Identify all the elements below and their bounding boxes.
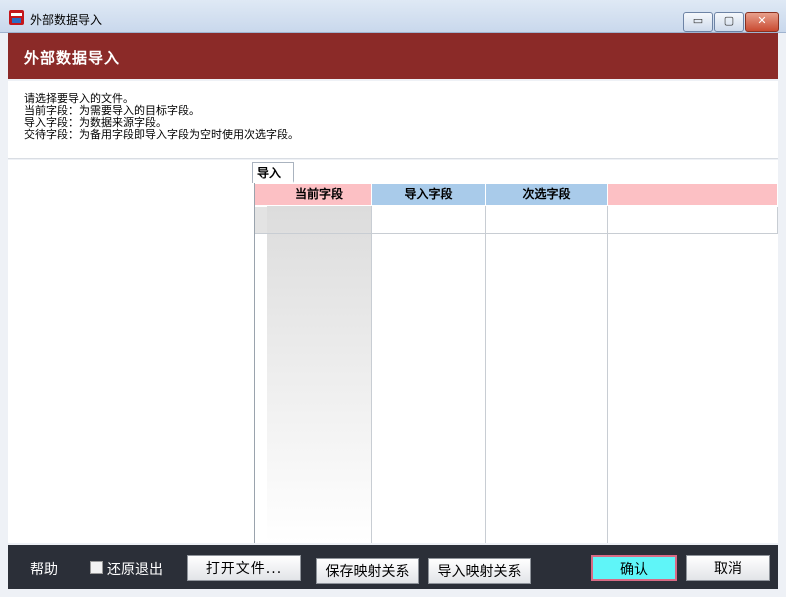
current-field-column-shade — [267, 206, 371, 543]
restore-exit-checkbox[interactable] — [90, 561, 103, 574]
help-link[interactable]: 帮助 — [30, 559, 58, 579]
minimize-button[interactable]: ▭ — [683, 12, 713, 32]
footer-bar: 帮助 还原退出 打开文件... 保存映射关系 导入映射关系 确认 取消 — [8, 545, 778, 589]
instruction-line: 交待字段：为备用字段即导入字段为空时使用次选字段。 — [24, 128, 299, 141]
maximize-button[interactable]: ▢ — [714, 12, 744, 32]
dialog-window: 外部数据导入 ▭ ▢ ✕ 外部数据导入 请选择要导入的文件。 当前字段：为需要导… — [0, 0, 786, 597]
cancel-button[interactable]: 取消 — [686, 555, 770, 581]
column-header-extra[interactable] — [608, 184, 778, 205]
restore-exit-label[interactable]: 还原退出 — [107, 559, 163, 579]
field-mapping-grid: 当前字段 导入字段 次选字段 — [254, 183, 778, 543]
column-divider — [607, 206, 608, 543]
column-divider — [485, 206, 486, 543]
column-header-import-field[interactable]: 导入字段 — [372, 184, 486, 205]
window-title: 外部数据导入 — [30, 13, 103, 27]
content-area: 导入 当前字段 导入字段 次选字段 — [8, 160, 778, 543]
column-header-secondary-field[interactable]: 次选字段 — [486, 184, 608, 205]
instructions-panel: 请选择要导入的文件。 当前字段：为需要导入的目标字段。 导入字段：为数据来源字段… — [8, 81, 778, 159]
import-mapping-button[interactable]: 导入映射关系 — [428, 558, 531, 584]
save-mapping-button[interactable]: 保存映射关系 — [316, 558, 419, 584]
row-header[interactable] — [255, 207, 267, 233]
page-title: 外部数据导入 — [24, 49, 121, 67]
table-row[interactable] — [255, 207, 778, 234]
column-header-current-field[interactable]: 当前字段 — [267, 184, 372, 205]
title-bar[interactable]: 外部数据导入 ▭ ▢ ✕ — [0, 0, 786, 33]
page-header: 外部数据导入 — [8, 33, 778, 79]
column-divider — [371, 206, 372, 543]
tab-import[interactable]: 导入 — [252, 162, 303, 183]
close-button[interactable]: ✕ — [745, 12, 779, 32]
app-logo-icon — [9, 10, 24, 25]
open-file-button[interactable]: 打开文件... — [187, 555, 301, 581]
confirm-button[interactable]: 确认 — [591, 555, 677, 581]
